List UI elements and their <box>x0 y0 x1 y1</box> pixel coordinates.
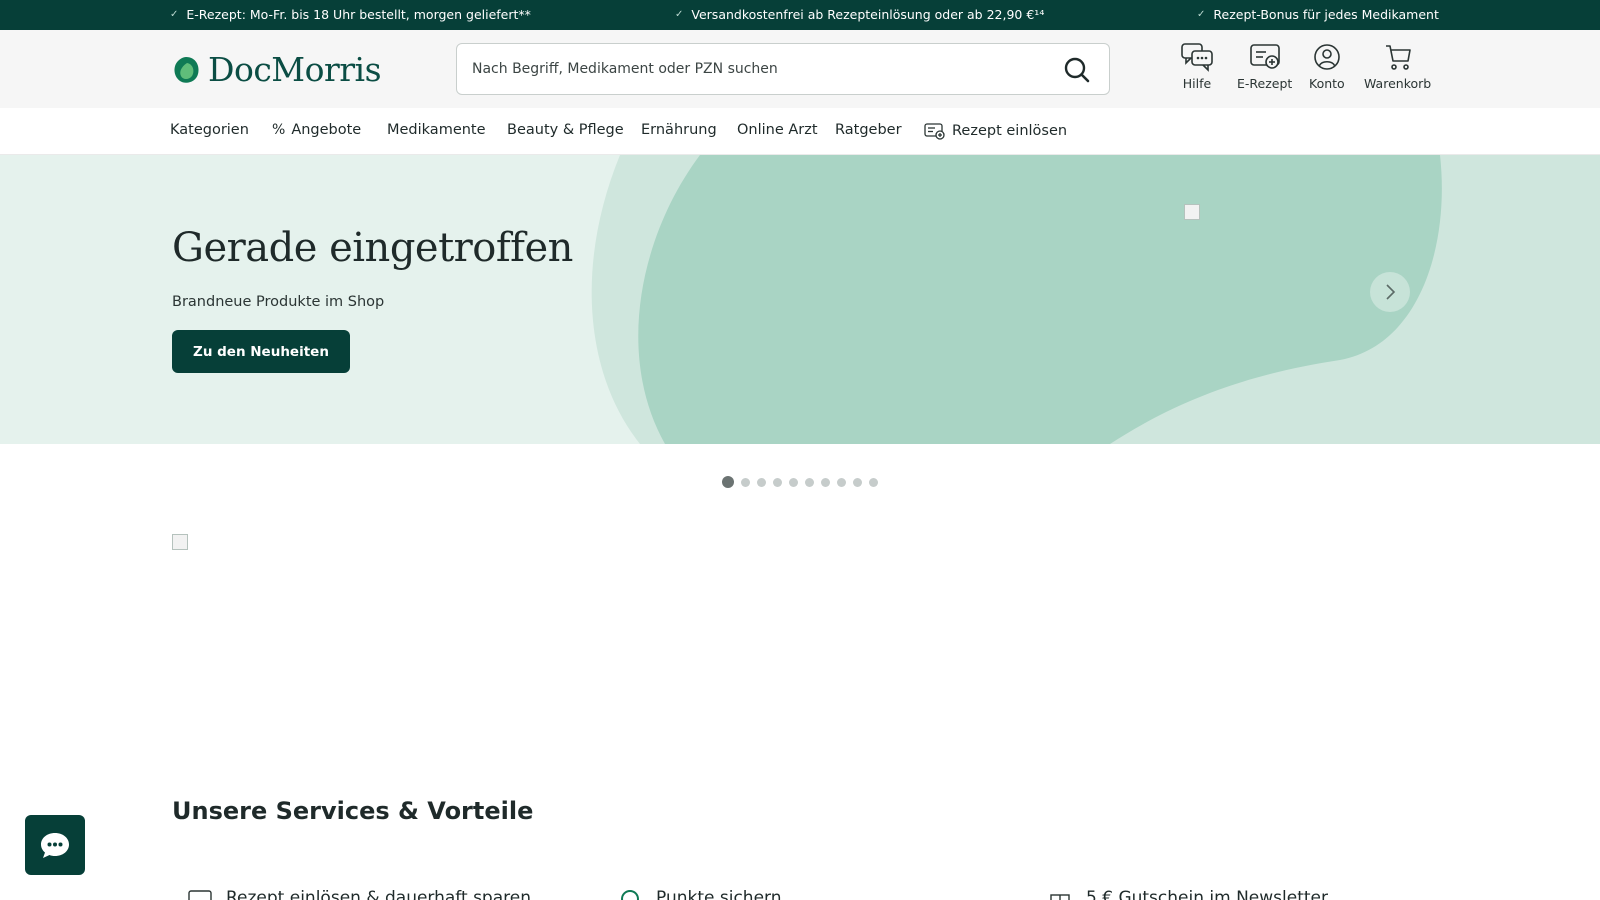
user-icon <box>1314 44 1340 70</box>
carousel-pagination <box>722 476 878 488</box>
search-box <box>456 43 1110 95</box>
chat-help-icon <box>1181 43 1213 72</box>
nav-beauty-pflege[interactable]: Beauty & Pflege <box>507 122 624 138</box>
search-input[interactable] <box>472 44 1042 94</box>
hero-banner: Gerade eingetroffen Brandneue Produkte i… <box>0 155 1600 444</box>
top-announcement-bar: ✓ E-Rezept: Mo-Fr. bis 18 Uhr bestellt, … <box>0 0 1600 30</box>
chevron-right-icon <box>1386 284 1396 300</box>
hero-image-placeholder <box>1184 204 1200 220</box>
banner-image-placeholder <box>172 534 188 550</box>
check-icon: ✓ <box>675 9 684 20</box>
nav-online-arzt[interactable]: Online Arzt <box>737 122 818 138</box>
account-link[interactable]: Konto <box>1309 42 1345 91</box>
carousel-dot[interactable] <box>853 477 862 487</box>
announcement-shipping: ✓ Versandkostenfrei ab Rezepteinlösung o… <box>675 7 1045 22</box>
search-icon <box>1064 57 1090 83</box>
carousel-dot[interactable] <box>741 477 750 487</box>
services-title: Unsere Services & Vorteile <box>172 797 534 825</box>
search-button[interactable] <box>1063 56 1091 84</box>
prescription-icon <box>188 890 212 900</box>
nav-ratgeber[interactable]: Ratgeber <box>835 122 902 138</box>
logo[interactable]: DocMorris <box>170 50 382 89</box>
nav-medikamente[interactable]: Medikamente <box>387 122 486 138</box>
check-icon: ✓ <box>170 9 179 20</box>
erezept-link[interactable]: E-Rezept <box>1237 42 1292 91</box>
percent-icon: % <box>272 122 286 138</box>
hero-title: Gerade eingetroffen <box>172 225 573 271</box>
service-punkte[interactable]: Punkte sichern <box>618 888 782 900</box>
carousel-dot[interactable] <box>805 477 814 487</box>
nav-angebote[interactable]: % Angebote <box>272 122 361 138</box>
announcement-erezept: ✓ E-Rezept: Mo-Fr. bis 18 Uhr bestellt, … <box>170 7 531 22</box>
service-rezept[interactable]: Rezept einlösen & dauerhaft sparen <box>188 888 531 900</box>
logo-leaf-icon <box>174 56 199 83</box>
main-navigation: Kategorien % Angebote Medikamente Beauty… <box>0 108 1600 155</box>
chat-button[interactable] <box>25 815 85 875</box>
hero-subtitle: Brandneue Produkte im Shop <box>172 294 385 310</box>
carousel-dot[interactable] <box>722 476 734 488</box>
carousel-dot[interactable] <box>837 477 846 487</box>
check-icon: ✓ <box>1197 9 1206 20</box>
nav-rezept-einloesen[interactable]: Rezept einlösen <box>924 122 1067 140</box>
hero-cta-button[interactable]: Zu den Neuheiten <box>172 330 350 373</box>
service-newsletter[interactable]: 5 € Gutschein im Newsletter <box>1048 888 1328 900</box>
points-icon <box>621 890 639 900</box>
site-header: DocMorris Hilfe E-Rezept <box>0 30 1600 108</box>
help-link[interactable]: Hilfe <box>1180 42 1214 91</box>
nav-ernaehrung[interactable]: Ernährung <box>641 122 717 138</box>
cart-icon <box>1385 45 1411 70</box>
gift-icon <box>1050 894 1070 900</box>
nav-kategorien[interactable]: Kategorien <box>170 122 249 138</box>
logo-text: DocMorris <box>208 50 382 89</box>
cart-link[interactable]: Warenkorb <box>1364 42 1431 91</box>
carousel-dot[interactable] <box>789 477 798 487</box>
chat-bubble-icon <box>41 833 69 858</box>
prescription-icon <box>924 123 945 140</box>
prescription-icon <box>1249 44 1280 69</box>
carousel-dot[interactable] <box>821 477 830 487</box>
carousel-dot[interactable] <box>773 477 782 487</box>
carousel-dot[interactable] <box>869 477 878 487</box>
carousel-dot[interactable] <box>757 477 766 487</box>
carousel-next-button[interactable] <box>1370 272 1410 312</box>
announcement-bonus: ✓ Rezept-Bonus für jedes Medikament <box>1197 7 1439 22</box>
